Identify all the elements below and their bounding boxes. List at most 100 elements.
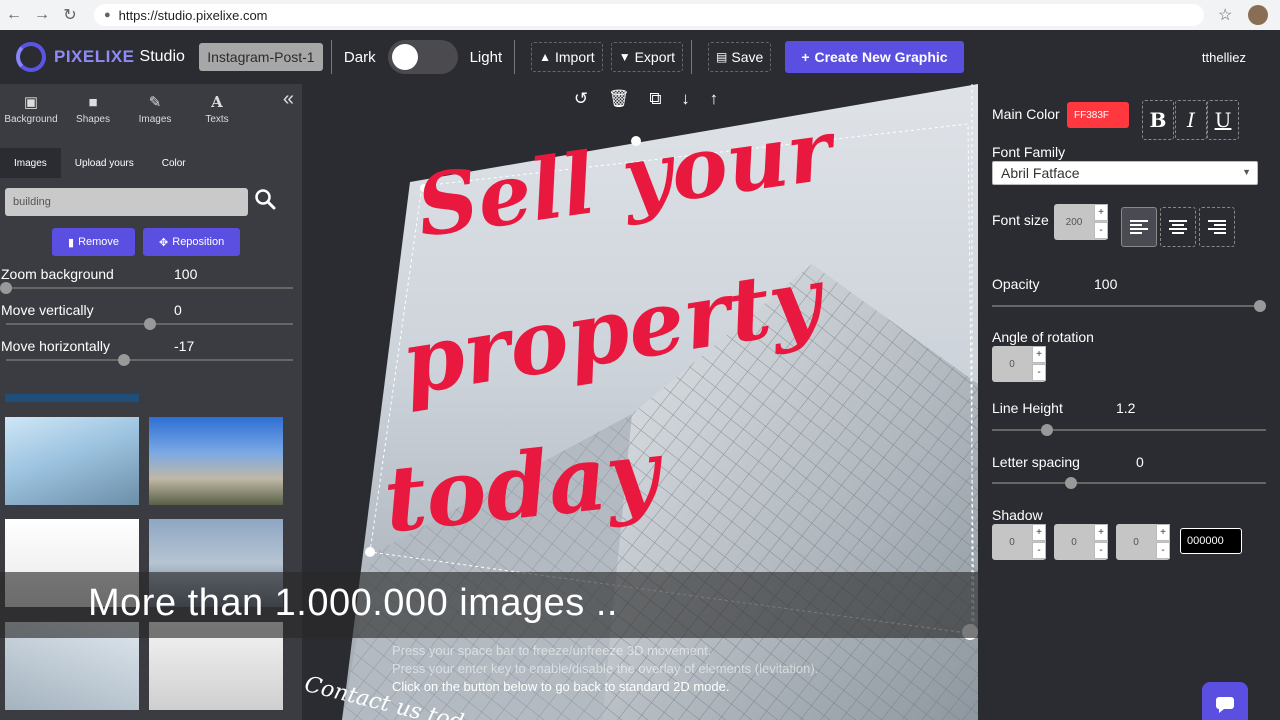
tab-texts[interactable]: A Texts	[186, 93, 248, 125]
poster-line-3[interactable]: today	[379, 419, 664, 553]
slider-track[interactable]	[6, 318, 293, 330]
angle-label: Angle of rotation	[992, 329, 1094, 345]
chat-button[interactable]	[1202, 682, 1248, 720]
element-toolbar: ↺ 🗑 ⧉ ↓ ↑	[564, 84, 728, 114]
collapse-panel-icon[interactable]: «	[283, 88, 294, 111]
decrement-button[interactable]: -	[1094, 222, 1108, 239]
subtab-upload[interactable]: Upload yours	[61, 148, 148, 178]
import-button[interactable]: ▲ Import	[531, 42, 603, 72]
browser-toolbar: ← → ↻ ● https://studio.pixelixe.com ☆	[0, 0, 1280, 30]
decrement-button[interactable]: -	[1032, 364, 1046, 381]
save-button[interactable]: ▤ Save	[708, 42, 772, 72]
tab-label: Texts	[205, 114, 229, 125]
increment-button[interactable]: +	[1032, 524, 1046, 541]
reposition-button[interactable]: ✥ Reposition	[143, 228, 241, 256]
undo-icon[interactable]: ↺	[574, 89, 588, 109]
slider-track[interactable]	[0, 282, 293, 294]
tool-tabs: ▣ Background ■ Shapes ✎ Images A Texts «	[0, 84, 302, 134]
font-family-select[interactable]: Abril Fatface ▼	[992, 161, 1258, 185]
url-text: https://studio.pixelixe.com	[118, 7, 268, 23]
main-color-label: Main Color	[992, 106, 1060, 122]
create-new-graphic-button[interactable]: + Create New Graphic	[785, 41, 964, 73]
tab-shapes[interactable]: ■ Shapes	[62, 94, 124, 125]
reload-icon[interactable]: ↻	[56, 1, 84, 29]
image-thumbnail[interactable]	[149, 417, 283, 505]
decrement-button[interactable]: -	[1094, 542, 1108, 559]
slider-thumb[interactable]	[0, 282, 12, 294]
slider-track[interactable]	[6, 354, 293, 366]
letter-spacing-value: 0	[1136, 454, 1144, 470]
logo[interactable]: PIXELIXE Studio	[16, 42, 185, 72]
move-horizontally-slider: Move horizontally -17	[0, 336, 302, 372]
main-color-picker[interactable]: FF383F	[1067, 102, 1129, 128]
remove-button[interactable]: ▮ Remove	[52, 228, 136, 256]
slider-value: 0	[174, 302, 182, 318]
increment-button[interactable]: +	[1094, 524, 1108, 541]
search-icon[interactable]	[254, 188, 276, 216]
font-family-label: Font Family	[992, 144, 1066, 160]
theme-toggle[interactable]	[387, 40, 458, 74]
underline-button[interactable]: U	[1207, 100, 1239, 140]
arrow-up-icon[interactable]: ↑	[710, 89, 719, 109]
slider-thumb[interactable]	[143, 318, 156, 330]
increment-button[interactable]: +	[1032, 346, 1046, 363]
upload-icon: ▲	[539, 50, 551, 64]
lock-icon: ●	[104, 9, 111, 21]
slider-label: Zoom background	[1, 266, 114, 282]
align-left-icon	[1130, 220, 1148, 234]
project-name-field[interactable]: Instagram-Post-1	[198, 43, 323, 71]
back-icon[interactable]: ←	[0, 1, 28, 29]
font-size-stepper[interactable]: 200 + -	[1054, 204, 1108, 240]
letter-spacing-label: Letter spacing	[992, 454, 1080, 470]
opacity-value: 100	[1094, 276, 1118, 292]
hint-line: Press your space bar to freeze/unfreeze …	[392, 643, 712, 658]
opacity-label: Opacity	[992, 276, 1040, 292]
light-mode-label: Light	[469, 48, 503, 66]
trash-icon[interactable]: 🗑	[608, 89, 630, 109]
remove-label: Remove	[78, 236, 120, 248]
slider-thumb[interactable]	[1065, 477, 1078, 489]
font-size-label: Font size	[992, 212, 1049, 228]
trash-icon: ▮	[68, 236, 75, 249]
increment-button[interactable]: +	[1156, 524, 1170, 541]
subtab-color[interactable]: Color	[148, 148, 200, 178]
chat-icon	[1216, 697, 1234, 713]
tab-images[interactable]: ✎ Images	[124, 93, 186, 125]
shadow-y-stepper[interactable]: 0 + -	[1054, 524, 1108, 560]
shadow-x-stepper[interactable]: 0 + -	[992, 524, 1046, 560]
bookmark-star-icon[interactable]: ☆	[1218, 5, 1232, 25]
forward-icon[interactable]: →	[28, 1, 56, 29]
shadow-blur-stepper[interactable]: 0 + -	[1116, 524, 1170, 560]
align-center-button[interactable]	[1160, 207, 1196, 247]
bold-button[interactable]: B	[1142, 100, 1174, 140]
username[interactable]: tthelliez	[1202, 50, 1246, 65]
increment-button[interactable]: +	[1094, 204, 1108, 221]
subtab-images[interactable]: Images	[0, 148, 61, 178]
decrement-button[interactable]: -	[1032, 542, 1046, 559]
slider-thumb[interactable]	[1254, 300, 1266, 312]
slider-value: -17	[174, 338, 195, 354]
angle-stepper[interactable]: 0 + -	[992, 346, 1046, 382]
decrement-button[interactable]: -	[1156, 542, 1170, 559]
image-thumbnail[interactable]	[5, 394, 139, 402]
letter-spacing-slider[interactable]	[992, 477, 1266, 489]
tab-background[interactable]: ▣ Background	[0, 93, 62, 125]
image-thumbnail[interactable]	[5, 417, 139, 505]
align-right-button[interactable]	[1199, 207, 1235, 247]
slider-value: 100	[174, 266, 198, 282]
image-search-input[interactable]: building	[5, 188, 248, 216]
arrow-down-icon[interactable]: ↓	[681, 89, 690, 109]
line-height-slider[interactable]	[992, 424, 1266, 436]
hint-line: Click on the button below to go back to …	[392, 679, 730, 694]
shadow-color-picker[interactable]: 000000	[1180, 528, 1242, 554]
duplicate-icon[interactable]: ⧉	[649, 89, 661, 109]
profile-avatar[interactable]	[1248, 5, 1269, 25]
opacity-slider[interactable]	[992, 300, 1266, 312]
italic-button[interactable]: I	[1175, 100, 1207, 140]
align-left-button[interactable]	[1121, 207, 1157, 247]
search-row: building	[5, 188, 302, 216]
export-button[interactable]: ▼ Export	[610, 42, 684, 72]
address-bar[interactable]: ● https://studio.pixelixe.com	[94, 4, 1204, 26]
slider-thumb[interactable]	[117, 354, 130, 366]
slider-thumb[interactable]	[1040, 424, 1053, 436]
